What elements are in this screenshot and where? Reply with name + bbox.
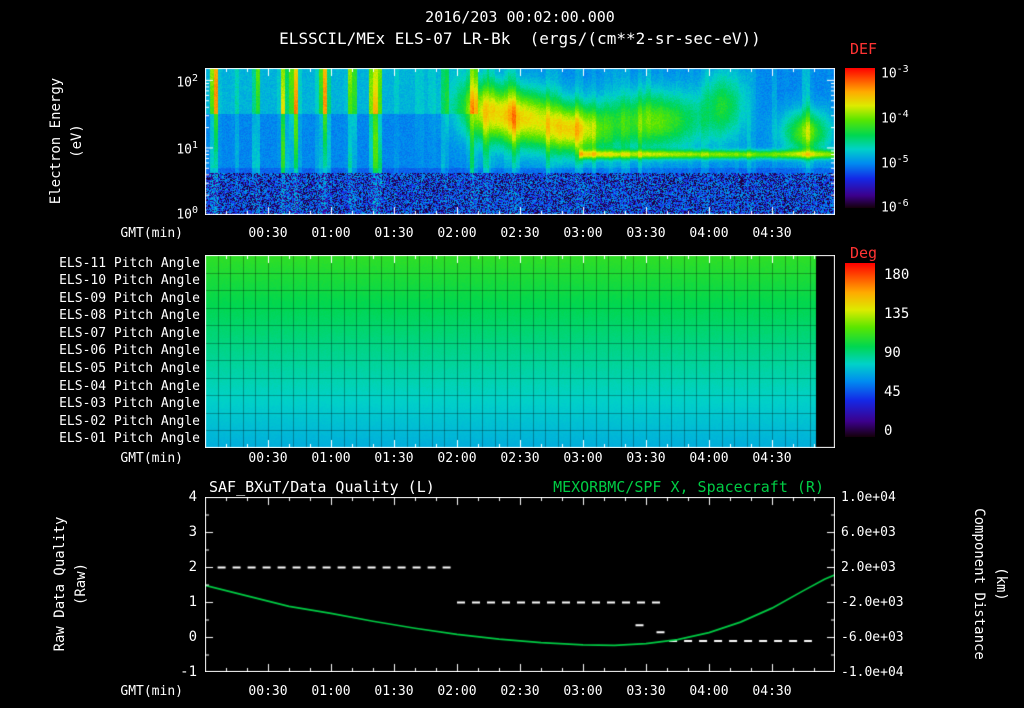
x-tick-label: 02:30 (500, 684, 540, 699)
right-y-tick: 2.0e+03 (841, 560, 896, 575)
left-y-tick: 4 (188, 489, 197, 505)
deg-colorbar-tick: 0 (884, 423, 893, 439)
x-tick-label: 04:30 (752, 451, 792, 466)
def-colorbar-title: DEF (850, 40, 878, 58)
def-colorbar-tick: 10-5 (881, 154, 909, 172)
spectrogram-title: ELSSCIL/MEx ELS-07 LR-Bk (ergs/(cm**2-sr… (279, 29, 761, 48)
deg-colorbar-title: Deg (850, 244, 878, 262)
right-y-tick: -1.0e+04 (841, 665, 904, 680)
x-tick-label: 00:30 (248, 684, 288, 699)
spectro-ylabel: Electron Energy (48, 77, 64, 205)
bottom-right-title: MEXORBMC/SPF X, Spacecraft (R) (553, 478, 824, 496)
left-y-tick: 1 (188, 594, 197, 610)
spectro-ylabel-units: (eV) (69, 124, 85, 158)
bottom-left-title: SAF_BXuT/Data Quality (L) (209, 478, 435, 496)
deg-colorbar-tick: 180 (884, 267, 910, 283)
x-tick-label: 03:30 (626, 226, 666, 241)
def-colorbar (845, 68, 875, 208)
def-colorbar-tick: 10-6 (881, 198, 909, 216)
pitch-row-label: ELS-09 Pitch Angle (59, 290, 200, 306)
right-y-tick: 6.0e+03 (841, 525, 896, 540)
right-y-tick: 1.0e+04 (841, 490, 896, 505)
pitch-row-label: ELS-01 Pitch Angle (59, 431, 200, 447)
spectro-y-tick: 100 (176, 205, 198, 223)
x-tick-label: 02:00 (437, 451, 477, 466)
pitch-row-label: ELS-11 Pitch Angle (59, 255, 200, 271)
x-tick-label: 02:30 (500, 451, 540, 466)
x-tick-label: 01:30 (374, 226, 414, 241)
quality-distance-canvas (205, 497, 835, 672)
x-tick-label: 01:00 (311, 684, 351, 699)
pitch-row-label: ELS-08 Pitch Angle (59, 308, 200, 324)
x-tick-label: 00:30 (248, 226, 288, 241)
x-tick-label: 03:30 (626, 451, 666, 466)
x-tick-label: 02:30 (500, 226, 540, 241)
pitch-angle-canvas (205, 255, 835, 448)
electron-spectrogram-canvas (205, 68, 835, 215)
pitch-row-label: ELS-03 Pitch Angle (59, 396, 200, 412)
spectro-y-tick: 101 (176, 140, 198, 158)
mex-els-summary-plot: 2016/203 00:02:00.000 ELSSCIL/MEx ELS-07… (0, 0, 1024, 708)
def-colorbar-tick: 10-4 (881, 109, 909, 127)
deg-colorbar (845, 263, 875, 437)
x-tick-label: 02:00 (437, 684, 477, 699)
pitch-row-label: ELS-10 Pitch Angle (59, 273, 200, 289)
deg-colorbar-tick: 45 (884, 384, 901, 400)
pitch-row-label: ELS-02 Pitch Angle (59, 413, 200, 429)
bottom-ylabel: Raw Data Quality (52, 516, 68, 652)
x-axis-title: GMT(min) (120, 684, 183, 699)
left-y-tick: 2 (188, 559, 197, 575)
deg-colorbar-tick: 90 (884, 345, 901, 361)
pitch-row-label: ELS-04 Pitch Angle (59, 378, 200, 394)
x-tick-label: 01:00 (311, 451, 351, 466)
x-tick-label: 01:30 (374, 451, 414, 466)
x-tick-label: 03:00 (563, 451, 603, 466)
left-y-tick: 3 (188, 524, 197, 540)
x-tick-label: 00:30 (248, 451, 288, 466)
x-tick-label: 03:00 (563, 684, 603, 699)
x-axis-title: GMT(min) (120, 226, 183, 241)
pitch-row-label: ELS-07 Pitch Angle (59, 325, 200, 341)
x-tick-label: 04:30 (752, 684, 792, 699)
left-y-tick: -1 (180, 664, 197, 680)
x-tick-label: 03:00 (563, 226, 603, 241)
x-tick-label: 01:00 (311, 226, 351, 241)
x-tick-label: 03:30 (626, 684, 666, 699)
pitch-row-label: ELS-06 Pitch Angle (59, 343, 200, 359)
right-ylabel-units: (km) (993, 567, 1009, 601)
x-tick-label: 04:30 (752, 226, 792, 241)
bottom-ylabel-units: (Raw) (73, 562, 89, 606)
x-tick-label: 02:00 (437, 226, 477, 241)
x-tick-label: 04:00 (689, 684, 729, 699)
pitch-row-label: ELS-05 Pitch Angle (59, 361, 200, 377)
x-tick-label: 04:00 (689, 226, 729, 241)
x-tick-label: 01:30 (374, 684, 414, 699)
right-y-tick: -2.0e+03 (841, 595, 904, 610)
spectro-y-tick: 102 (176, 73, 198, 91)
deg-colorbar-tick: 135 (884, 306, 910, 322)
def-colorbar-tick: 10-3 (881, 64, 909, 82)
right-ylabel: Component Distance (971, 508, 987, 660)
left-y-tick: 0 (188, 629, 197, 645)
datetime-title: 2016/203 00:02:00.000 (425, 8, 615, 26)
right-y-tick: -6.0e+03 (841, 630, 904, 645)
x-tick-label: 04:00 (689, 451, 729, 466)
x-axis-title: GMT(min) (120, 451, 183, 466)
